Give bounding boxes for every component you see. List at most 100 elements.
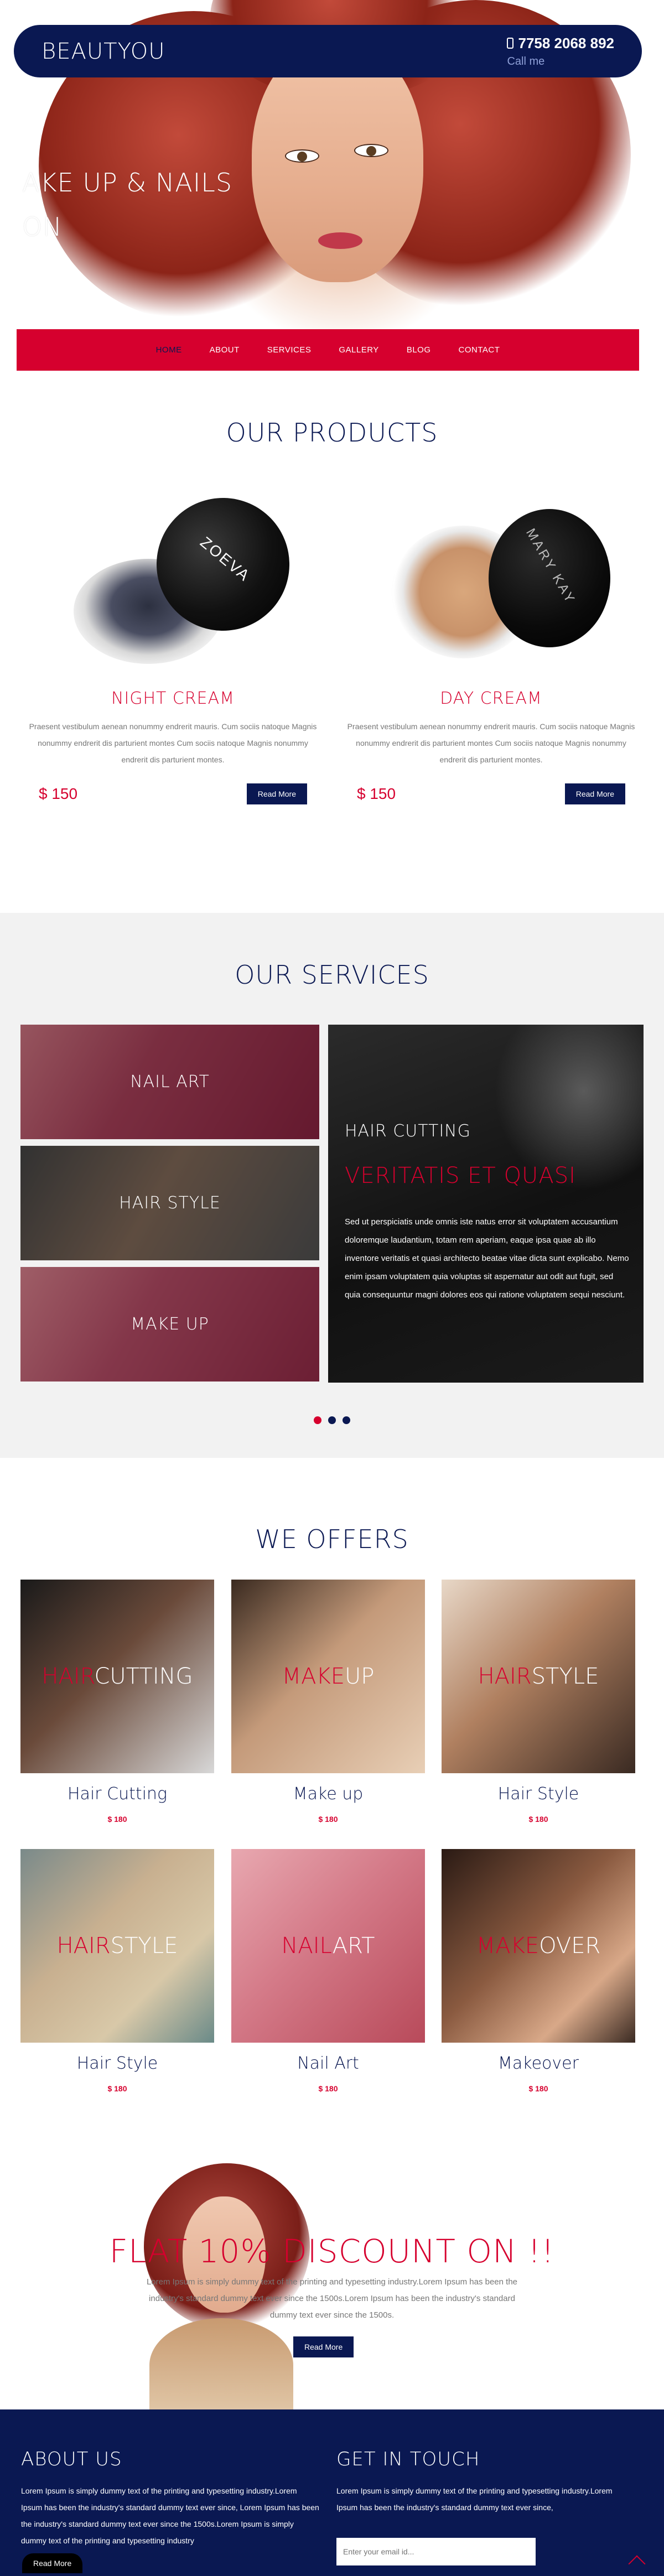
nav-services[interactable]: SERVICES (267, 345, 312, 355)
nav-home[interactable]: HOME (156, 345, 182, 355)
offer-price: $ 180 (528, 2084, 548, 2093)
overlay-red-word: HAIR (56, 1933, 111, 1959)
phone-number-text: 7758 2068 892 (518, 34, 614, 51)
service-tile-label: NAIL ART (130, 1072, 210, 1092)
offer-price: $ 180 (107, 1815, 127, 1824)
model-shoulders (149, 2318, 293, 2409)
featured-subtitle: VERITATIS ET QUASI (345, 1163, 576, 1188)
discount-title: FLAT 10% DISCOUNT ON !! (109, 2232, 555, 2270)
footer-read-more-button[interactable]: Read More (22, 2553, 83, 2573)
offer-name: Nail Art (297, 2054, 359, 2073)
offer-image: HAIRSTYLE (20, 1849, 214, 2043)
products-title: OUR PRODUCTS (226, 418, 438, 448)
nav-gallery[interactable]: GALLERY (339, 345, 378, 355)
offer-image: MAKEOVER (442, 1849, 635, 2043)
service-tile-make-up[interactable]: MAKE UP (20, 1267, 319, 1382)
overlay-red-word: NAIL (281, 1933, 333, 1959)
offer-overlay-title: MAKEOVER (476, 1933, 601, 1959)
service-tile-label: HAIR STYLE (119, 1193, 221, 1213)
offer-price: $ 180 (528, 1815, 548, 1824)
slider-dot[interactable] (314, 1416, 321, 1424)
hero-eye-right (354, 144, 388, 157)
offer-name: Make up (293, 1784, 364, 1804)
offer-card-make-up[interactable]: MAKEUP Make up $ 180 (231, 1580, 425, 1831)
footer-contact: GET IN TOUCH Lorem Ipsum is simply dummy… (336, 2448, 635, 2565)
read-more-button[interactable]: Read More (246, 783, 307, 804)
footer-contact-title: GET IN TOUCH (336, 2448, 480, 2470)
service-featured-panel: HAIR CUTTING VERITATIS ET QUASI Sed ut p… (328, 1025, 644, 1383)
offer-overlay-title: MAKEUP (282, 1664, 375, 1689)
service-tile-hair-style[interactable]: HAIR STYLE (20, 1146, 319, 1260)
nav-blog[interactable]: BLOG (407, 345, 431, 355)
product-footer: $ 150 Read More (340, 783, 642, 804)
nav-about[interactable]: ABOUT (210, 345, 240, 355)
overlay-white-word: UP (344, 1664, 375, 1689)
overlay-white-word: STYLE (531, 1664, 599, 1689)
offer-image: NAILART (231, 1849, 425, 2043)
nav-contact[interactable]: CONTACT (459, 345, 500, 355)
hero-line-1: AKE UP & NAILS (22, 168, 233, 198)
product-footer: $ 150 Read More (22, 783, 324, 804)
offer-card-nail-art[interactable]: NAILART Nail Art $ 180 (231, 1849, 425, 2101)
offer-card-makeover[interactable]: MAKEOVER Makeover $ 180 (442, 1849, 635, 2101)
overlay-red-word: MAKE (282, 1664, 345, 1689)
product-card-day-cream: MARY KAY DAY CREAM Praesent vestibulum a… (340, 498, 642, 804)
offer-overlay-title: HAIRSTYLE (57, 1933, 178, 1959)
service-tile-label: MAKE UP (131, 1315, 209, 1334)
overlay-white-word: CUTTING (94, 1664, 193, 1689)
footer-about-title: ABOUT US (21, 2448, 122, 2470)
service-tile-nail-art[interactable]: NAIL ART (20, 1025, 319, 1139)
offers-title: WE OFFERS (255, 1524, 409, 1554)
offer-name: Hair Style (497, 1784, 579, 1804)
overlay-red-word: HAIR (478, 1664, 532, 1689)
phone-number[interactable]: 7758 2068 892 (507, 35, 614, 52)
footer-about-text: Lorem Ipsum is simply dummy text of the … (21, 2486, 319, 2545)
offer-overlay-title: HAIRCUTTING (42, 1664, 193, 1689)
overlay-white-word: ART (332, 1933, 375, 1959)
offer-price: $ 180 (107, 2084, 127, 2093)
product-card-night-cream: ZOEVA NIGHT CREAM Praesent vestibulum ae… (22, 487, 324, 804)
footer-contact-text: Lorem Ipsum is simply dummy text of the … (336, 2486, 613, 2512)
slider-dot[interactable] (343, 1416, 350, 1424)
site-logo[interactable]: BEAUTYOU (42, 39, 165, 64)
product-image-day-cream: MARY KAY (370, 498, 613, 664)
offer-price: $ 180 (318, 2084, 338, 2093)
main-nav: HOME ABOUT SERVICES GALLERY BLOG CONTACT (17, 329, 639, 371)
offer-image: HAIRCUTTING (20, 1580, 214, 1773)
offer-card-hair-style-2[interactable]: HAIRSTYLE Hair Style $ 180 (20, 1849, 214, 2101)
product-name: NIGHT CREAM (111, 689, 235, 708)
offer-price: $ 180 (318, 1815, 338, 1824)
product-price: $ 150 (357, 785, 396, 802)
services-title: OUR SERVICES (235, 960, 429, 990)
offer-image: MAKEUP (231, 1580, 425, 1773)
hero-lips (318, 232, 362, 249)
offer-name: Makeover (498, 2054, 579, 2073)
slider-dot[interactable] (328, 1416, 336, 1424)
overlay-red-word: MAKE (476, 1933, 540, 1959)
email-input[interactable] (336, 2538, 536, 2565)
offer-name: Hair Style (76, 2054, 158, 2073)
offer-name: Hair Cutting (68, 1784, 167, 1804)
read-more-button[interactable]: Read More (564, 783, 625, 804)
footer: ABOUT US Lorem Ipsum is simply dummy tex… (0, 2409, 664, 2576)
hero-line-2: ON (22, 212, 63, 242)
hero-heading: AKE UP & NAILS ON (22, 160, 232, 249)
offer-card-hair-cutting[interactable]: HAIRCUTTING Hair Cutting $ 180 (20, 1580, 214, 1831)
featured-title: HAIR CUTTING (345, 1121, 471, 1141)
overlay-red-word: HAIR (42, 1664, 95, 1689)
featured-text: Sed ut perspiciatis unde omnis iste natu… (345, 1217, 629, 1300)
discount-text: Lorem Ipsum is simply dummy text of the … (146, 2277, 518, 2320)
overlay-white-word: OVER (539, 1933, 601, 1959)
offer-overlay-title: HAIRSTYLE (478, 1664, 599, 1689)
product-description: Praesent vestibulum aenean nonummy endre… (29, 722, 317, 764)
footer-about: ABOUT US Lorem Ipsum is simply dummy tex… (21, 2448, 320, 2549)
offer-overlay-title: NAILART (282, 1933, 375, 1959)
call-me-link[interactable]: Call me (507, 55, 614, 68)
offer-card-hair-style[interactable]: HAIRSTYLE Hair Style $ 180 (442, 1580, 635, 1831)
slider-dots (0, 1416, 664, 1424)
discount-banner: FLAT 10% DISCOUNT ON !! Lorem Ipsum is s… (0, 2160, 664, 2409)
product-image-night-cream: ZOEVA (51, 487, 300, 664)
discount-read-more-button[interactable]: Read More (293, 2336, 354, 2357)
hero-banner: AKE UP & NAILS ON BEAUTYOU 7758 2068 892… (0, 0, 664, 332)
call-box: 7758 2068 892 Call me (507, 35, 614, 68)
